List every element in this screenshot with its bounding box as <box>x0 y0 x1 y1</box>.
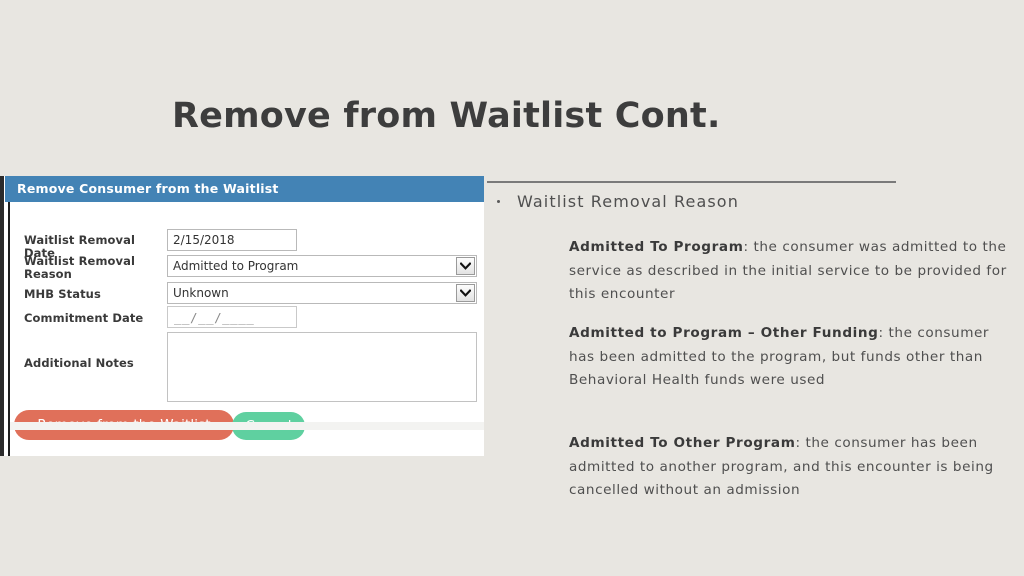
form-body: Waitlist Removal Date 2/15/2018 Waitlist… <box>10 202 484 456</box>
screenshot-bottom-strip <box>10 422 484 430</box>
waitlist-removal-reason-value: Admitted to Program <box>173 259 299 273</box>
commitment-date-input[interactable]: __/__/____ <box>167 306 297 328</box>
waitlist-removal-form: Waitlist Removal Date 2/15/2018 Waitlist… <box>10 202 484 456</box>
additional-notes-textarea[interactable] <box>167 332 477 402</box>
mhb-status-select[interactable]: Unknown <box>167 282 477 304</box>
definition-separator: : <box>795 435 806 451</box>
waitlist-removal-reason-select[interactable]: Admitted to Program <box>167 255 477 277</box>
definition-item: Admitted to Program – Other Funding: the… <box>569 322 1011 393</box>
label-mhb-status: MHB Status <box>24 287 101 301</box>
content-divider <box>487 181 896 183</box>
chevron-down-icon[interactable] <box>456 257 475 275</box>
screenshot-left-edge <box>0 176 4 456</box>
label-commitment-date: Commitment Date <box>24 311 144 325</box>
panel-header-title: Remove Consumer from the Waitlist <box>5 176 484 202</box>
mhb-status-value: Unknown <box>173 286 229 300</box>
waitlist-removal-date-input[interactable]: 2/15/2018 <box>167 229 297 251</box>
definition-item: Admitted To Program: the consumer was ad… <box>569 236 1011 307</box>
definition-term: Admitted To Program <box>569 239 744 255</box>
definition-term: Admitted To Other Program <box>569 435 796 451</box>
definition-item: Admitted To Other Program: the consumer … <box>569 432 1011 503</box>
bullet-heading-label: Waitlist Removal Reason <box>517 192 739 211</box>
label-waitlist-removal-reason: Waitlist Removal Reason <box>24 254 136 281</box>
chevron-down-icon[interactable] <box>456 284 475 302</box>
definition-separator: : <box>743 239 754 255</box>
definition-term: Admitted to Program – Other Funding <box>569 325 879 341</box>
waitlist-form-screenshot: Remove Consumer from the Waitlist Waitli… <box>0 176 484 456</box>
bullet-point-icon <box>497 200 500 203</box>
definition-separator: : <box>878 325 889 341</box>
label-additional-notes: Additional Notes <box>24 356 134 370</box>
page-title: Remove from Waitlist Cont. <box>172 96 721 136</box>
